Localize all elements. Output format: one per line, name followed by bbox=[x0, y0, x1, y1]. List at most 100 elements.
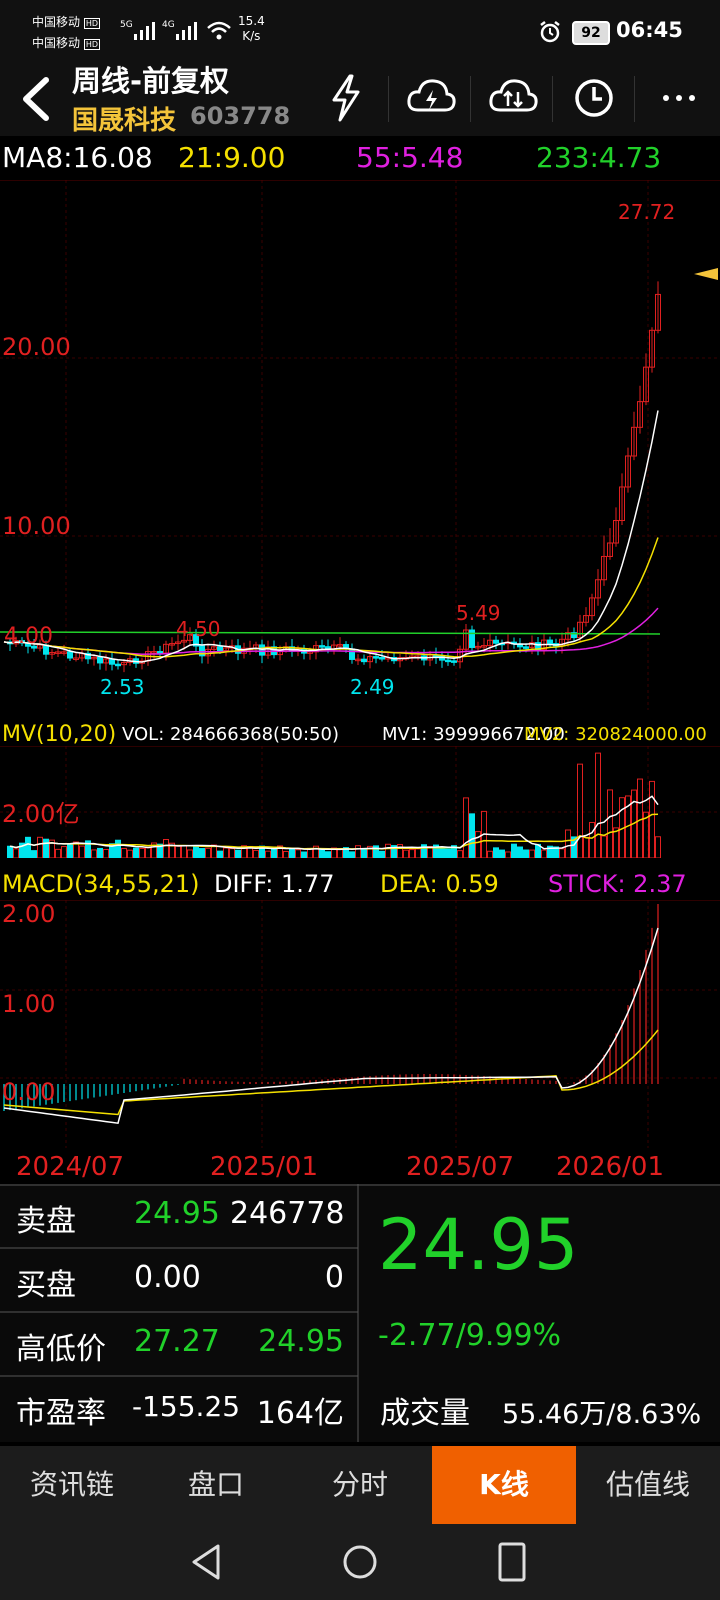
signal-5g-icon bbox=[134, 22, 155, 40]
macd-title: MACD(34,55,21) bbox=[2, 870, 200, 898]
volume-chart[interactable]: 2.00亿 bbox=[0, 746, 720, 858]
candle-body bbox=[319, 645, 325, 648]
volume-bar bbox=[265, 850, 271, 858]
volume-bar bbox=[355, 845, 361, 858]
volume-bar bbox=[565, 829, 571, 858]
ma233-value: 233:4.73 bbox=[536, 141, 662, 174]
high-price: 27.27 bbox=[134, 1324, 220, 1359]
volume-bar bbox=[361, 848, 367, 858]
volume-bar bbox=[529, 849, 535, 858]
stock-name: 国晟科技 bbox=[72, 106, 177, 136]
tab-order-book[interactable]: 盘口 bbox=[144, 1446, 288, 1524]
pe-value: -155.25 bbox=[132, 1390, 241, 1423]
hd-badge-2: HD bbox=[83, 39, 101, 50]
volume-bar bbox=[199, 848, 205, 858]
date-label-2024-07: 2024/07 bbox=[16, 1152, 125, 1182]
nav-divider bbox=[552, 76, 553, 122]
low-annotation-249: 2.49 bbox=[350, 675, 395, 699]
volume-value: VOL: 284666368(50:50) bbox=[122, 724, 339, 745]
volume-bar bbox=[145, 847, 151, 858]
tab-valuation[interactable]: 估值线 bbox=[576, 1446, 720, 1524]
volume-bar bbox=[517, 846, 523, 858]
dea-line bbox=[3, 1029, 659, 1116]
volume-bar bbox=[415, 848, 421, 858]
alarm-icon bbox=[540, 21, 560, 43]
system-nav-bar bbox=[0, 1524, 720, 1600]
volume-bar bbox=[403, 849, 409, 858]
kline-chart[interactable]: 20.00 10.00 4.00 27.72 4.50 2.53 2.49 5.… bbox=[0, 180, 720, 710]
volume-bar bbox=[139, 847, 145, 858]
volume-bar bbox=[115, 839, 121, 858]
volume-bar bbox=[97, 847, 103, 858]
volume-bar bbox=[163, 838, 169, 858]
volume-bar bbox=[55, 848, 61, 858]
candle-body bbox=[115, 663, 121, 667]
buy-price: 0.00 bbox=[134, 1260, 201, 1295]
mv2-value: MV2: 320824000.00 bbox=[524, 724, 707, 745]
hd-badge: HD bbox=[83, 18, 101, 29]
lightning-icon[interactable] bbox=[328, 74, 364, 122]
back-arrow-icon[interactable] bbox=[18, 76, 54, 122]
cloud-sync-icon[interactable] bbox=[488, 74, 538, 122]
volume-bar bbox=[37, 836, 43, 858]
sell-price: 24.95 bbox=[134, 1196, 220, 1231]
volume-bar bbox=[325, 851, 331, 858]
ma55-value: 55:5.48 bbox=[356, 141, 464, 174]
cloud-lightning-icon[interactable] bbox=[406, 74, 456, 122]
tab-kline[interactable]: K线 bbox=[432, 1446, 576, 1524]
volume-bar bbox=[223, 847, 229, 858]
macd-chart[interactable]: 2.00 1.00 0.00 bbox=[0, 900, 720, 1148]
candle-body bbox=[547, 639, 553, 645]
volume-axis-label: 2.00亿 bbox=[2, 800, 79, 828]
candle-body bbox=[67, 651, 73, 659]
macd-grid bbox=[0, 900, 720, 1148]
ma21-value: 21:9.00 bbox=[178, 141, 286, 174]
volume-bar bbox=[229, 848, 235, 858]
volume-bar bbox=[655, 836, 661, 858]
nav-back-icon[interactable] bbox=[188, 1542, 224, 1582]
volume-bar bbox=[379, 850, 385, 858]
volume-bar bbox=[319, 848, 325, 858]
turnover-value: 55.46万/8.63% bbox=[502, 1399, 702, 1430]
tab-news-chain[interactable]: 资讯链 bbox=[0, 1446, 144, 1524]
volume-bar bbox=[349, 851, 355, 858]
nav-home-icon[interactable] bbox=[340, 1542, 380, 1582]
volume-bar bbox=[289, 848, 295, 858]
nav-divider bbox=[388, 76, 389, 122]
volume-bar bbox=[601, 835, 607, 858]
candle-body bbox=[373, 656, 379, 659]
high-annotation: 27.72 bbox=[618, 200, 675, 224]
nav-recents-icon[interactable] bbox=[494, 1540, 530, 1584]
net-5g-label: 5G bbox=[120, 20, 133, 30]
candle-body bbox=[349, 648, 355, 660]
mv2-line bbox=[9, 813, 659, 850]
battery-indicator: 92 bbox=[572, 21, 610, 45]
volume-bar bbox=[181, 845, 187, 858]
macd-axis-1: 1.00 bbox=[2, 990, 55, 1018]
candle-body bbox=[379, 657, 385, 660]
candle-body bbox=[451, 660, 457, 663]
kline-grid bbox=[0, 180, 720, 710]
volume-bar bbox=[127, 849, 133, 858]
price-axis-20: 20.00 bbox=[2, 333, 71, 361]
history-clock-icon[interactable] bbox=[572, 76, 616, 120]
macd-axis-2: 2.00 bbox=[2, 900, 55, 928]
more-icon[interactable] bbox=[660, 88, 700, 108]
volume-bar bbox=[13, 848, 19, 858]
tab-intraday[interactable]: 分时 bbox=[288, 1446, 432, 1524]
volume-bar bbox=[133, 847, 139, 858]
candle-body bbox=[97, 656, 103, 664]
net-4g-label: 4G bbox=[162, 20, 175, 30]
volume-bar bbox=[31, 850, 37, 858]
volume-bar bbox=[43, 838, 49, 858]
macd-stick-value: STICK: 2.37 bbox=[548, 870, 687, 898]
volume-title: MV(10,20) bbox=[2, 722, 117, 747]
volume-bar bbox=[121, 847, 127, 858]
volume-bar bbox=[91, 849, 97, 858]
candle-body bbox=[361, 658, 367, 663]
peak-annotation-549: 5.49 bbox=[456, 601, 501, 625]
volume-bar bbox=[439, 848, 445, 858]
candles bbox=[7, 281, 661, 673]
volume-bar bbox=[217, 850, 223, 858]
pe-label: 市盈率 bbox=[16, 1396, 106, 1431]
